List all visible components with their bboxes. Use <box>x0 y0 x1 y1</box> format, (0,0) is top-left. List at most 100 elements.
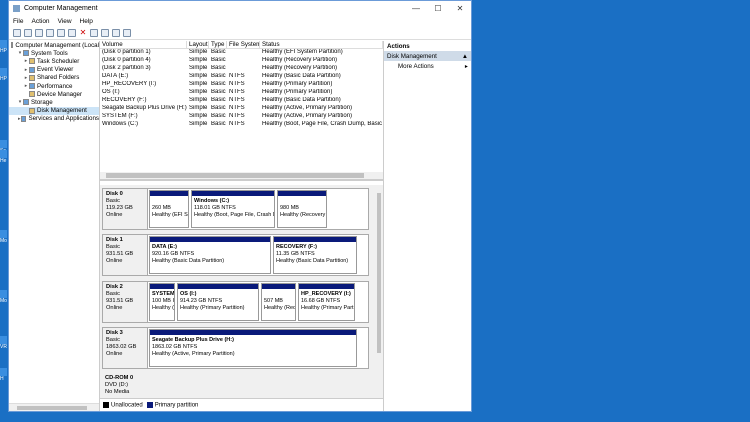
desktop-shortcut[interactable]: He <box>0 150 8 164</box>
column-header[interactable]: Status <box>260 41 383 48</box>
up-icon[interactable] <box>35 29 43 37</box>
table-row[interactable]: Seagate Backup Plus Drive (H:) Simple Basi… <box>100 105 383 113</box>
table-cell: NTFS <box>229 121 245 127</box>
partition[interactable]: RECOVERY (F:) 11.35 GB NTFS Healthy (Basic… <box>273 236 357 274</box>
table-cell: Basic <box>211 73 226 79</box>
disk-type: Basic <box>106 244 120 250</box>
actions-section-disk-management[interactable]: Disk Management ▲ <box>384 51 471 61</box>
table-row[interactable]: RECOVERY (F:) Simple Basic NTFS Healthy (Bas… <box>100 97 383 105</box>
table-row[interactable]: Windows (C:) Simple Basic NTFS Healthy (Boot… <box>100 121 383 129</box>
partition[interactable]: OS (I:) 914.23 GB NTFS Healthy (Primary Pa… <box>177 283 259 321</box>
computer-management-window: Computer Management — ☐ ✕ File Action View… <box>8 0 472 412</box>
table-row[interactable]: (Disk 0 partition 4) Simple Basic Healthy (… <box>100 57 383 65</box>
disk-label[interactable]: Disk 1 Basic 931.51 GB Online <box>102 234 148 276</box>
partition[interactable]: SYSTEM 100 MB I Healthy ( <box>149 283 175 321</box>
table-cell: Simple <box>189 105 208 111</box>
partition-bar <box>278 191 326 196</box>
delete-icon[interactable]: ✕ <box>79 29 87 37</box>
disk-status: No Media <box>105 389 130 395</box>
back-icon[interactable] <box>13 29 21 37</box>
partition-status: Healthy (Primary Partition) <box>180 305 245 311</box>
partition-text: OS (I:) 914.23 GB NTFS Healthy (Primary Pa… <box>178 291 258 312</box>
table-row[interactable]: (Disk 2 partition 3) Simple Basic Healthy (… <box>100 65 383 73</box>
menu-item-file[interactable]: File <box>13 18 23 25</box>
partition[interactable]: DATA (E:) 920.16 GB NTFS Healthy (Basic Da… <box>149 236 271 274</box>
partition[interactable]: Windows (C:) 118.01 GB NTFS Healthy (Boot,… <box>191 190 275 228</box>
table-row[interactable]: (Disk 0 partition 1) Simple Basic Healthy (… <box>100 49 383 57</box>
partition[interactable]: 260 MB Healthy (EFI S <box>149 190 189 228</box>
disk-label[interactable]: Disk 2 Basic 931.51 GB Online <box>102 281 148 323</box>
table-row[interactable]: OS (I:) Simple Basic NTFS Healthy (Primary P… <box>100 89 383 97</box>
actions-header: Actions <box>387 42 410 50</box>
tree-item[interactable]: Computer Management (Local <box>9 41 99 49</box>
copy-icon[interactable] <box>90 29 98 37</box>
disk-label[interactable]: CD-ROM 0 DVD (D:) No Media <box>102 373 148 398</box>
disk-map-scrollbar[interactable] <box>375 185 383 398</box>
tree-item[interactable]: ▸ Services and Applications <box>9 115 99 123</box>
forward-icon[interactable] <box>24 29 32 37</box>
menu-item-action[interactable]: Action <box>31 18 49 25</box>
desktop-shortcut[interactable]: H <box>0 368 8 382</box>
tree-item[interactable]: ▾ Storage <box>9 98 99 106</box>
maximize-button[interactable]: ☐ <box>427 1 449 16</box>
shortcut-icon <box>0 368 7 376</box>
console-tree: Computer Management (Local ▾ System Tools ▸… <box>9 41 100 411</box>
desktop-shortcut[interactable]: HP <box>0 68 8 82</box>
table-row[interactable]: DATA (E:) Simple Basic NTFS Healthy (Basic D… <box>100 73 383 81</box>
tree-item[interactable]: ▸ Event Viewer <box>9 66 99 74</box>
disk-name: Disk 1 <box>106 237 123 243</box>
column-header[interactable]: File System <box>227 41 260 48</box>
desktop-shortcut[interactable]: Mo <box>0 290 8 304</box>
properties-icon[interactable] <box>68 29 76 37</box>
column-header[interactable]: Volume <box>100 41 187 48</box>
table-cell: Simple <box>189 65 208 71</box>
disk-row: CD-ROM 0 DVD (D:) No Media <box>102 373 369 398</box>
tree-item[interactable]: ▸ Performance <box>9 82 99 90</box>
desktop-icons-strip: HPHPScHeMoMoVRH <box>0 0 8 422</box>
tree-item[interactable]: ▸ Task Scheduler <box>9 57 99 65</box>
minimize-button[interactable]: — <box>405 1 427 16</box>
tree-item[interactable]: Disk Management <box>9 106 99 115</box>
tree-item[interactable]: Device Manager <box>9 90 99 98</box>
disk-label[interactable]: Disk 0 Basic 119.23 GB Online <box>102 188 148 230</box>
partition-text: RECOVERY (F:) 11.35 GB NTFS Healthy (Basic… <box>274 244 356 265</box>
partition-bar <box>150 191 188 196</box>
volume-horizontal-scrollbar[interactable] <box>100 172 383 179</box>
tree-item[interactable]: ▸ Shared Folders <box>9 74 99 82</box>
partition[interactable]: Seagate Backup Plus Drive (H:) 1863.02 GB… <box>149 329 357 367</box>
table-cell: Healthy (Basic Data Partition) <box>262 97 341 103</box>
table-row[interactable]: HP_RECOVERY (I:) Simple Basic NTFS Healthy (… <box>100 81 383 89</box>
column-header[interactable]: Type <box>209 41 227 48</box>
partition[interactable]: HP_RECOVERY (I:) 16.68 GB NTFS Healthy (Pr… <box>298 283 355 321</box>
desktop-shortcut[interactable]: HP <box>0 40 8 54</box>
help-icon[interactable] <box>57 29 65 37</box>
shortcut-icon <box>0 290 7 298</box>
partition-name <box>280 198 324 205</box>
show-hide-tree-icon[interactable] <box>46 29 54 37</box>
partition-status: Healthy (Primary Part <box>301 305 354 311</box>
desktop-shortcut[interactable]: VR <box>0 336 8 350</box>
more-actions-item[interactable]: More Actions ▸ <box>384 61 471 71</box>
partition-size: 100 MB I <box>152 298 175 304</box>
tree-horizontal-scrollbar[interactable] <box>9 403 99 411</box>
partition[interactable]: 507 MB Healthy (Rec <box>261 283 296 321</box>
table-cell: Simple <box>189 49 208 55</box>
table-row[interactable]: SYSTEM (F:) Simple Basic NTFS Healthy (Activ… <box>100 113 383 121</box>
table-cell: Basic <box>211 57 226 63</box>
partition[interactable]: 980 MB Healthy (Recovery <box>277 190 327 228</box>
disk-name: Disk 2 <box>106 284 123 290</box>
check-icon[interactable] <box>112 29 120 37</box>
disk-label[interactable]: Disk 3 Basic 1863.02 GB Online <box>102 327 148 369</box>
open-icon[interactable] <box>101 29 109 37</box>
desktop-shortcut[interactable]: Mo <box>0 230 8 244</box>
close-button[interactable]: ✕ <box>449 1 471 16</box>
tree-item[interactable]: ▾ System Tools <box>9 49 99 57</box>
column-header[interactable]: Layout <box>187 41 209 48</box>
partition-size: 980 MB <box>280 205 299 211</box>
menu-item-help[interactable]: Help <box>80 18 93 25</box>
table-cell: OS (I:) <box>102 89 120 95</box>
view-icon[interactable] <box>123 29 131 37</box>
menu-item-view[interactable]: View <box>58 18 72 25</box>
title-bar[interactable]: Computer Management — ☐ ✕ <box>9 1 471 16</box>
table-cell: Healthy (Boot, Page File, Crash Dump, Ba… <box>262 121 383 127</box>
